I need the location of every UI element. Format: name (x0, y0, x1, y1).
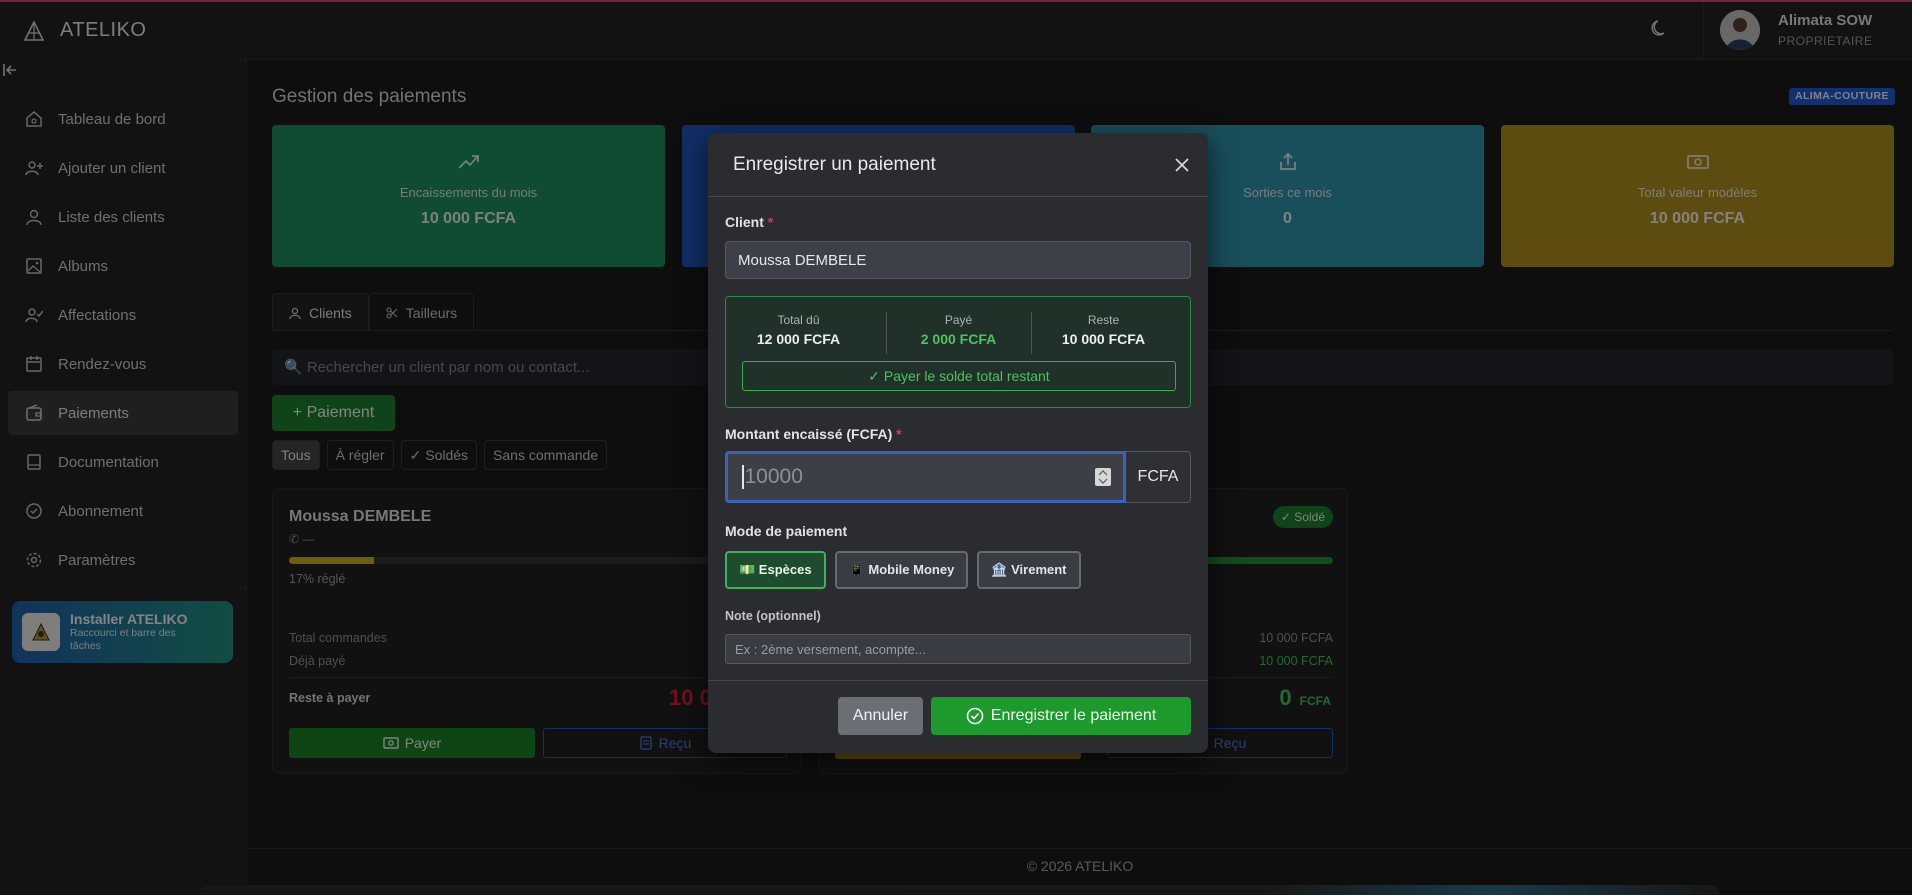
modal-footer: Annuler Enregistrer le paiement (708, 680, 1208, 753)
required-marker: * (896, 426, 902, 442)
check-circle-icon (966, 707, 984, 725)
save-payment-button[interactable]: Enregistrer le paiement (931, 697, 1191, 735)
number-stepper[interactable] (1095, 468, 1111, 486)
client-field[interactable]: Moussa DEMBELE (725, 241, 1191, 279)
client-label-text: Client (725, 214, 764, 230)
amount-input[interactable]: 10000 (725, 451, 1126, 503)
amount-label: Montant encaissé (FCFA) * (725, 426, 902, 442)
modal-title: Enregistrer un paiement (708, 133, 1208, 197)
summary-rest: Reste 10 000 FCFA (1031, 313, 1176, 347)
amount-unit: FCFA (1126, 451, 1191, 503)
summary-value: 12 000 FCFA (756, 331, 841, 347)
mode-especes-button[interactable]: 💵 Espèces (725, 551, 826, 589)
client-label: Client * (725, 214, 773, 230)
summary-label: Payé (944, 313, 973, 327)
text-caret (742, 465, 744, 489)
balance-summary: Total dû 12 000 FCFA Payé 2 000 FCFA Res… (725, 296, 1191, 408)
required-marker: * (767, 214, 774, 230)
mode-virement-button[interactable]: 🏦 Virement (977, 551, 1081, 589)
note-label: Note (optionnel) (725, 609, 821, 623)
amount-label-text: Montant encaissé (FCFA) (725, 426, 893, 442)
summary-label: Reste (1087, 313, 1120, 327)
note-field[interactable]: Ex : 2ème versement, acompte... (725, 634, 1191, 664)
mode-mobile-money-button[interactable]: 📱 Mobile Money (834, 551, 969, 589)
summary-value: 2 000 FCFA (920, 331, 997, 347)
payment-mode-label: Mode de paiement (725, 523, 848, 539)
payment-modal: Enregistrer un paiement Client * Moussa … (708, 133, 1208, 753)
close-icon[interactable] (1172, 155, 1192, 175)
summary-value: 10 000 FCFA (1061, 331, 1146, 347)
summary-total: Total dû 12 000 FCFA (726, 313, 871, 347)
app-root: ATELIKO Tableau de bord Ajouter un clien… (0, 0, 1912, 895)
cancel-button[interactable]: Annuler (838, 697, 923, 735)
pay-full-balance-button[interactable]: ✓ Payer le solde total restant (742, 361, 1176, 391)
summary-paid: Payé 2 000 FCFA (886, 313, 1031, 347)
payment-mode-group: 💵 Espèces 📱 Mobile Money 🏦 Virement (725, 551, 1081, 589)
summary-label: Total dû (777, 313, 820, 327)
amount-value: 10000 (744, 465, 803, 488)
save-payment-label: Enregistrer le paiement (990, 707, 1157, 724)
